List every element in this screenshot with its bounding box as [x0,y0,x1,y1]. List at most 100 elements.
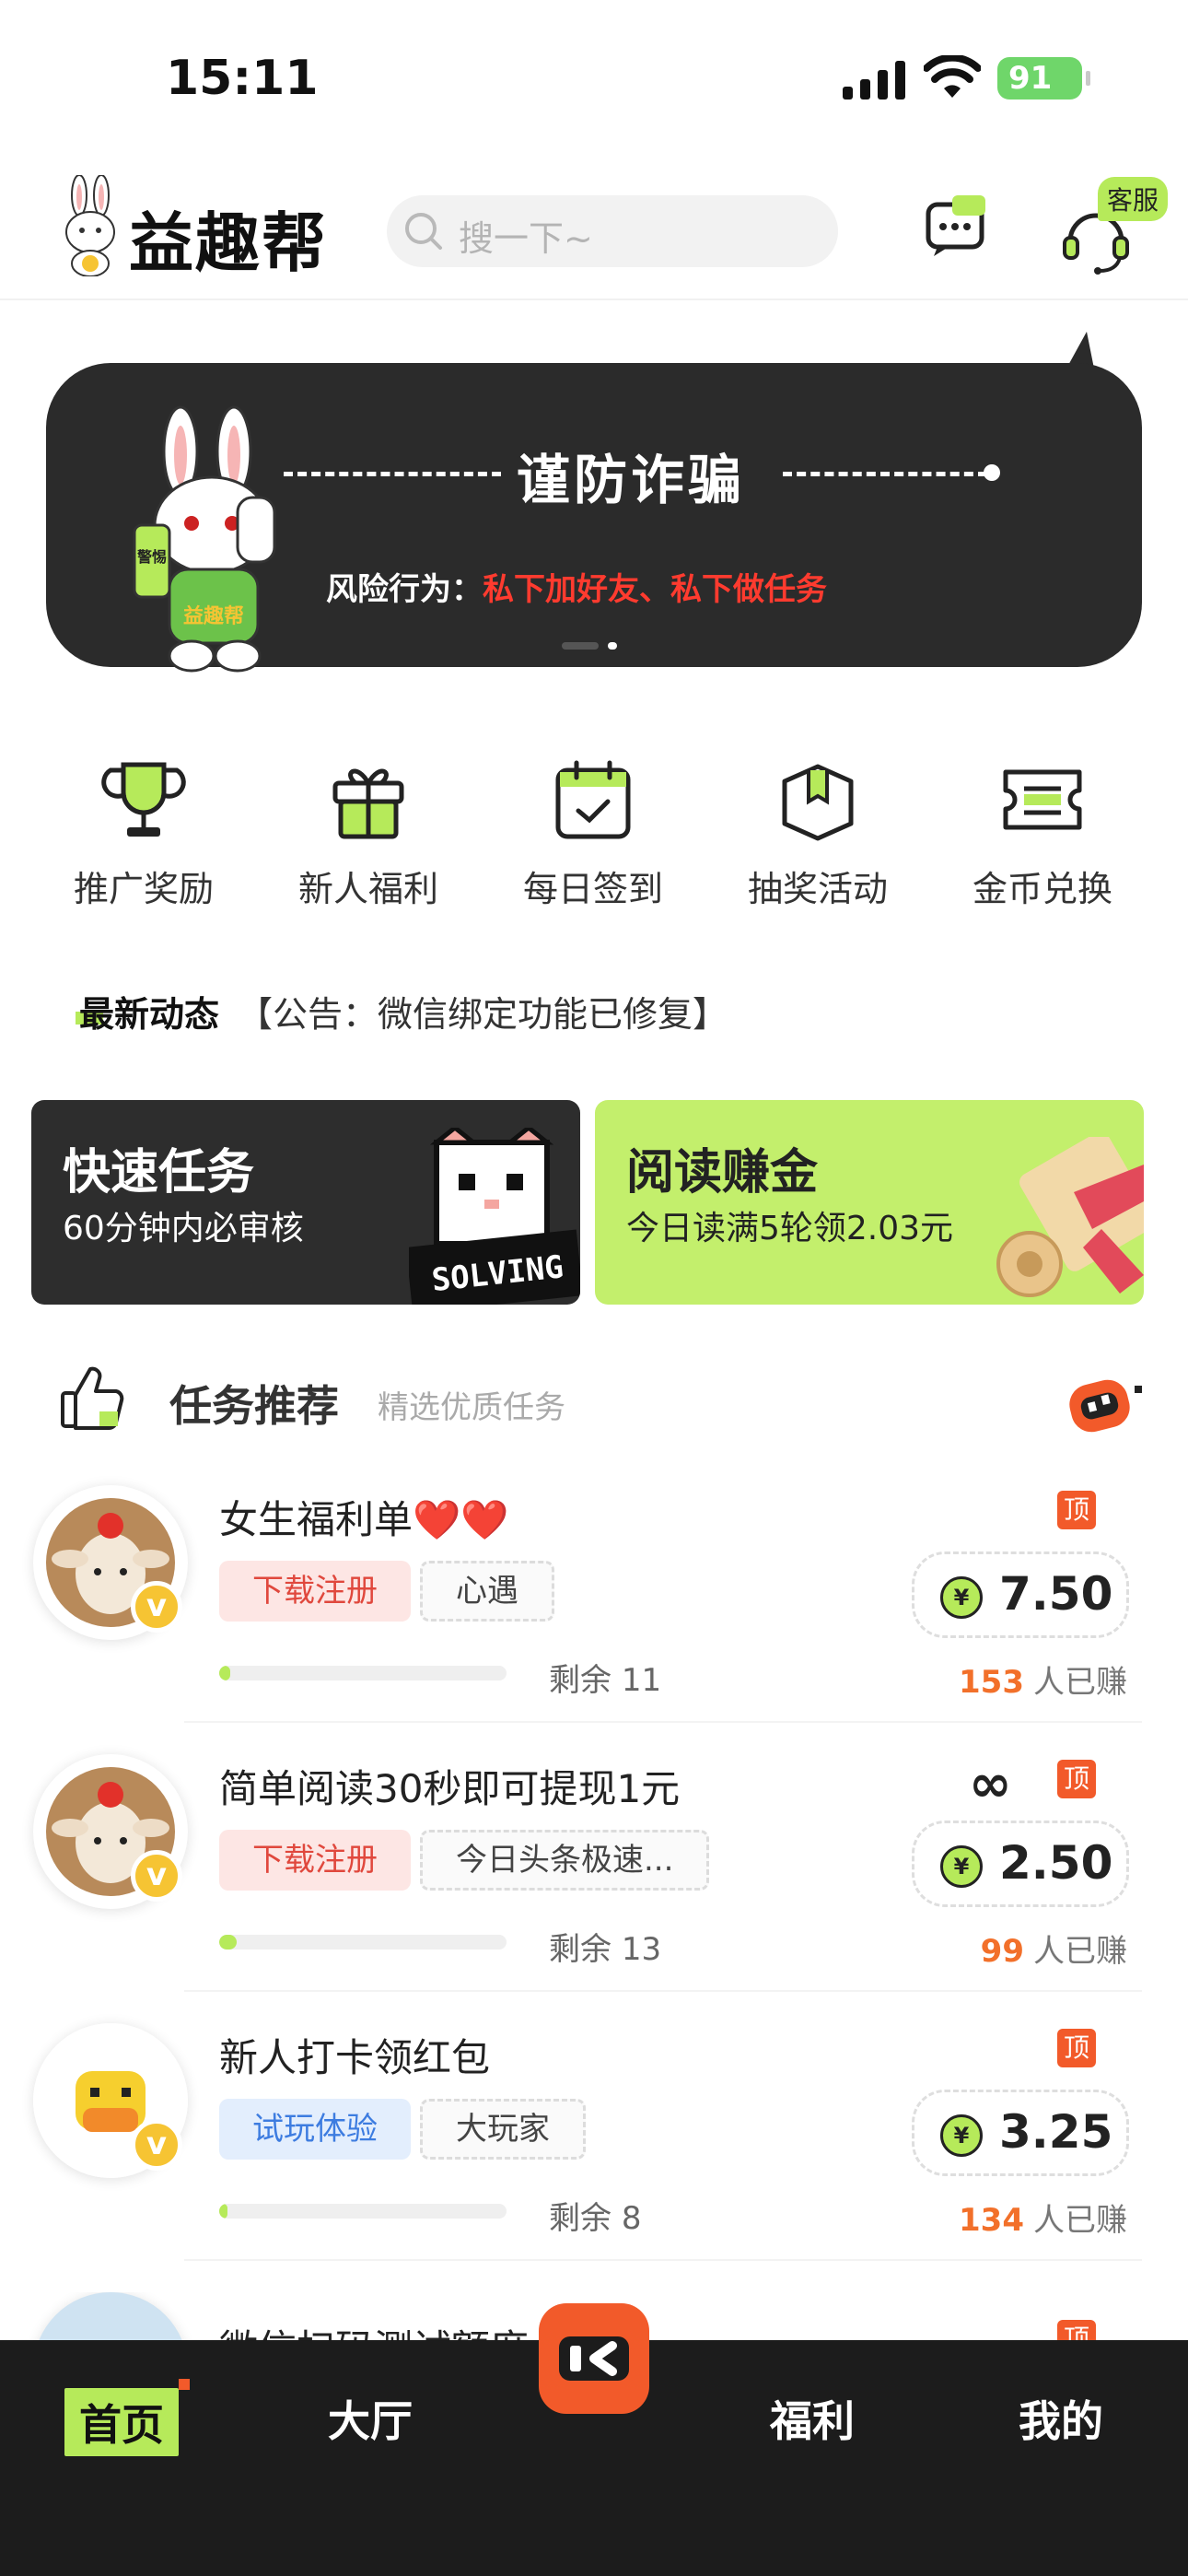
risk-label: 风险行为： [326,571,483,608]
search-input[interactable]: 搜一下~ [387,195,838,267]
menu-label: 每日签到 [522,869,663,909]
verified-badge: v [131,1581,182,1633]
task-app-tag: 大玩家 [420,2099,586,2160]
menu-label: 抽奖活动 [747,869,888,909]
menu-label: 新人福利 [297,869,438,909]
menu-promotion-reward[interactable]: 推广奖励 [52,755,236,911]
read-earn-title: 阅读赚金 [626,1145,819,1200]
risk-behavior: 私下加好友、私下做任务 [483,571,827,608]
scroll-icon [996,1137,1144,1297]
verified-badge: v [131,1850,182,1902]
task-divider [184,1990,1142,1992]
verified-badge: v [131,2119,182,2171]
menu-coin-exchange[interactable]: 金币兑换 [950,755,1135,911]
calendar-check-icon [555,760,631,839]
menu-label: 推广奖励 [73,869,214,909]
tab-mine[interactable]: 我的 [1019,2388,1103,2449]
ticket-icon [1003,769,1082,830]
menu-daily-checkin[interactable]: 每日签到 [501,755,685,911]
task-progress-fill [219,1666,231,1680]
brand-title: 益趣帮 [129,205,328,281]
news-head: 最新动态 [79,994,220,1035]
tab-hall[interactable]: 大厅 [328,2388,413,2449]
rabbit-mascot-icon: 益趣帮 警惕 [133,405,276,673]
banner-risk-text: 风险行为：私下加好友、私下做任务 [326,564,827,609]
remain-count: 8 [621,2200,642,2237]
quick-task-title: 快速任务 [63,1145,255,1200]
task-name: 女生福利单❤️❤️ [219,1497,509,1542]
pixel-cat-icon: SOLVING [409,1128,580,1305]
wifi-icon [924,55,981,98]
pinned-badge: 顶 [1057,2029,1096,2067]
earned-count: 153 人已赚 [959,1657,1127,1702]
task-price[interactable]: ¥ 2.50 [912,1821,1129,1907]
task-avatar [33,2292,188,2340]
task-divider [184,2259,1142,2261]
pinned-badge: 顶 [1057,2320,1096,2340]
task-progress-bar [219,2204,507,2219]
tab-welfare[interactable]: 福利 [770,2388,855,2449]
robot-icon[interactable] [1066,1376,1144,1434]
search-placeholder: 搜一下~ [459,218,593,259]
task-progress-fill [219,2204,228,2219]
section-title: 任务推荐 [169,1381,339,1431]
remain-count: 13 [621,1931,662,1968]
pager-dot-2 [608,641,617,650]
recommend-section-header: 任务推荐 精选优质任务 [0,1364,1188,1437]
task-card[interactable]: v 简单阅读30秒即可提现1元 下载注册 今日头条极速... 剩余 13 ∞ 顶… [0,1754,1188,2023]
price-amount: 2.50 [999,1836,1113,1890]
task-app-tag: 心遇 [420,1561,554,1622]
task-name: 微信扫码测试额度 [219,2318,529,2340]
read-earn-card[interactable]: 阅读赚金 今日读满5轮领2.03元 [595,1100,1144,1305]
infinite-icon: ∞ [969,1754,1012,1814]
task-type-tag: 下载注册 [219,1830,411,1891]
section-subtitle: 精选优质任务 [378,1389,565,1426]
remain-label: 剩余 [549,1662,611,1699]
quick-task-subtitle: 60分钟内必审核 [63,1210,304,1247]
battery-level: 91 [1008,60,1053,97]
earned-count: 99 人已赚 [981,1926,1127,1971]
task-progress-bar [219,1935,507,1950]
menu-lottery[interactable]: 抽奖活动 [726,755,910,911]
mascot-shirt-text: 益趣帮 [183,604,244,628]
task-price[interactable]: ¥ 3.25 [912,2090,1129,2176]
task-card[interactable]: v 新人打卡领红包 试玩体验 大玩家 剩余 8 顶 ¥ 3.25 134 人已赚 [0,2023,1188,2292]
trophy-icon [101,762,186,837]
menu-newbie-welfare[interactable]: 新人福利 [276,755,460,911]
task-price[interactable]: ¥ 7.50 [912,1551,1129,1638]
banner-pager [562,636,626,653]
earned-number: 134 [959,2202,1024,2239]
box-icon [782,764,854,841]
task-remaining: 剩余 11 [549,1655,661,1700]
customer-service-badge[interactable]: 客服 [1098,177,1169,221]
signal-icon [843,61,905,100]
task-card[interactable]: v 女生福利单❤️❤️ 下载注册 心遇 剩余 11 顶 ¥ 7.50 153 人已… [0,1485,1188,1754]
yen-coin-icon: ¥ [940,2114,983,2157]
tab-home[interactable]: 首页 [64,2379,190,2456]
task-divider [184,1721,1142,1723]
task-progress-bar [219,1666,507,1680]
app-header: 益趣帮 搜一下~ 客服 [0,157,1188,300]
earned-count: 134 人已赚 [959,2195,1127,2240]
quick-task-card[interactable]: 快速任务 60分钟内必审核 SOLVING [31,1100,580,1305]
battery-icon: 91 [997,57,1090,100]
status-time: 15:11 [166,51,319,106]
pager-dot-1 [562,641,599,650]
earned-number: 99 [980,1933,1024,1970]
yen-coin-icon: ¥ [940,1845,983,1888]
earned-label: 人已赚 [1033,1933,1127,1970]
news-ticker[interactable]: 最新动态 【公告：微信绑定功能已修复】 [76,986,728,1036]
news-text: 【公告：微信绑定功能已修复】 [238,994,728,1035]
rabbit-logo-icon [65,175,115,276]
message-icon[interactable] [925,193,989,258]
task-name: 简单阅读30秒即可提现1元 [219,1766,681,1811]
yen-coin-icon: ¥ [940,1576,983,1619]
logo-mark-icon [559,2336,629,2381]
remain-count: 11 [621,1662,662,1699]
task-progress-fill [219,1935,237,1950]
mascot-phone-text: 警惕 [136,548,167,566]
center-action-button[interactable] [539,2303,649,2414]
pinned-badge: 顶 [1057,1491,1096,1529]
remain-label: 剩余 [549,2200,611,2237]
earned-number: 153 [959,1664,1024,1701]
